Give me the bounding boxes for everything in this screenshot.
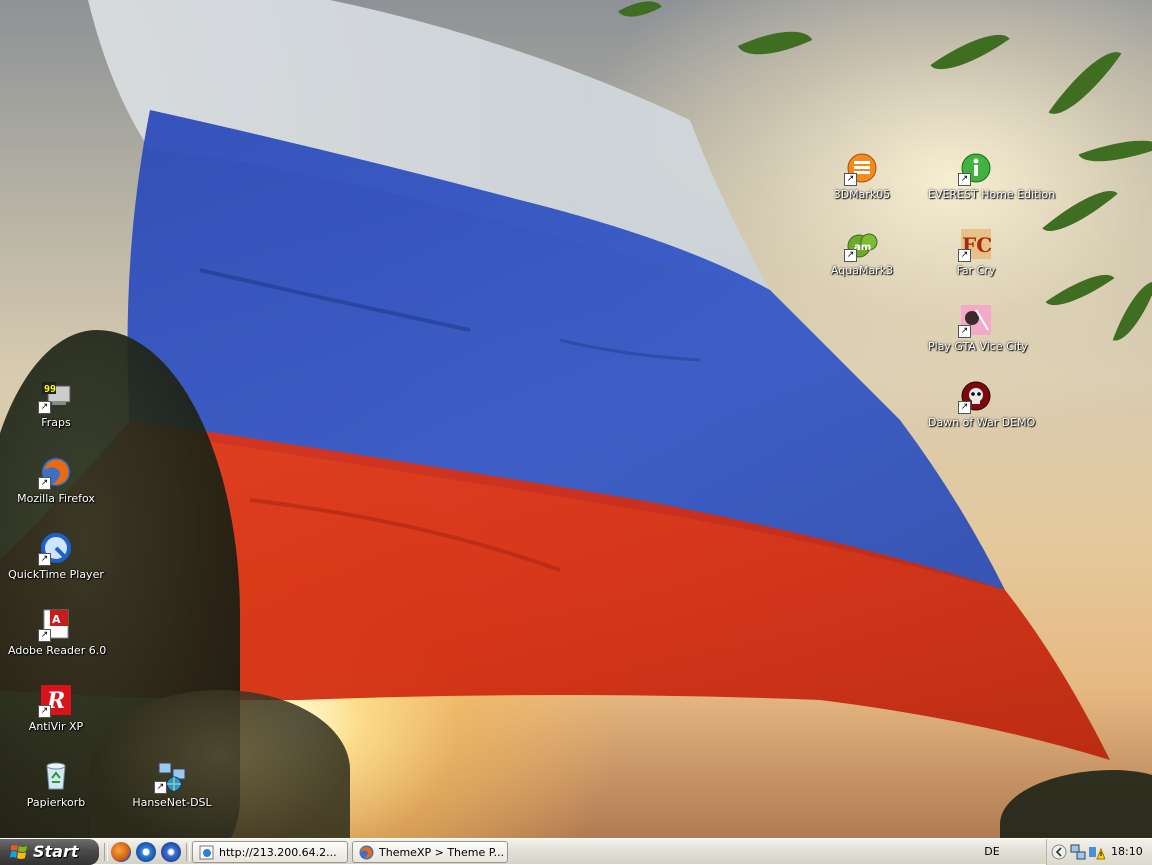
desktop: 99 ↗ Fraps ↗ Mozilla Firefox ↗ QuickTime…: [0, 0, 1152, 838]
desktop-icon-everest[interactable]: ↗ EVEREST Home Edition: [928, 152, 1056, 201]
firefox-icon: [359, 845, 374, 860]
desktop-icon-fraps[interactable]: 99 ↗ Fraps: [8, 380, 104, 429]
antivir-icon: R ↗: [38, 684, 72, 718]
start-label: Start: [33, 842, 79, 861]
taskbar-button-label: ThemeXP > Theme P...: [379, 846, 505, 859]
desktop-icon-label: Mozilla Firefox: [17, 492, 95, 505]
ie-page-icon: [199, 845, 214, 860]
security-warning-icon[interactable]: [1089, 844, 1105, 860]
taskbar: Start http://213.200.64.2... ThemeXP > T…: [0, 838, 1152, 865]
desktop-icon-dawn-of-war[interactable]: ↗ Dawn of War DEMO: [928, 380, 1036, 429]
gta-vice-city-icon: ↗: [958, 304, 992, 338]
desktop-icon-label: AntiVir XP: [28, 720, 84, 733]
clock[interactable]: 18:10: [1111, 845, 1143, 858]
desktop-icon-label: QuickTime Player: [8, 568, 104, 581]
desktop-icon-label: 3DMark05: [833, 188, 891, 201]
firefox-icon: ↗: [38, 456, 72, 490]
svg-text:99: 99: [44, 384, 56, 395]
quick-launch-internet-explorer-icon[interactable]: [136, 842, 156, 862]
start-button[interactable]: Start: [0, 839, 99, 865]
desktop-icon-label: Adobe Reader 6.0: [8, 644, 107, 657]
network-icon[interactable]: [1070, 844, 1086, 860]
desktop-icon-label: Far Cry: [956, 264, 996, 277]
everest-icon: ↗: [958, 152, 992, 186]
taskbar-separator: [104, 843, 108, 861]
svg-text:A: A: [52, 613, 61, 626]
dawn-of-war-icon: ↗: [958, 380, 992, 414]
quicktime-icon: ↗: [38, 532, 72, 566]
taskbar-separator: [186, 843, 190, 861]
windows-logo-icon: [10, 845, 27, 859]
desktop-icon-antivir[interactable]: R ↗ AntiVir XP: [8, 684, 104, 733]
desktop-icon-gta-vice-city[interactable]: ↗ Play GTA Vice City: [928, 304, 1028, 353]
desktop-icon-label: Fraps: [41, 416, 71, 429]
taskbar-button-firefox[interactable]: ThemeXP > Theme P...: [352, 841, 508, 863]
3dmark-icon: ↗: [844, 152, 878, 186]
language-indicator[interactable]: DE: [978, 844, 1006, 860]
fraps-icon: 99 ↗: [38, 380, 72, 414]
desktop-icon-recycle-bin[interactable]: Papierkorb: [8, 760, 104, 809]
desktop-icon-hansenet-dsl[interactable]: ↗ HanseNet-DSL: [124, 760, 220, 809]
desktop-icon-firefox[interactable]: ↗ Mozilla Firefox: [8, 456, 104, 505]
recycle-bin-icon: [40, 760, 72, 792]
chevron-left-icon[interactable]: [1051, 844, 1067, 860]
adobe-reader-icon: A ↗: [38, 608, 72, 642]
aquamark-icon: am ↗: [844, 228, 878, 262]
desktop-icon-quicktime[interactable]: ↗ QuickTime Player: [8, 532, 104, 581]
desktop-icon-far-cry[interactable]: FC ↗ Far Cry: [928, 228, 1024, 277]
desktop-icon-label: HanseNet-DSL: [132, 796, 212, 809]
desktop-icon-3dmark05[interactable]: ↗ 3DMark05: [814, 152, 910, 201]
desktop-icon-label: Dawn of War DEMO: [928, 416, 1036, 429]
desktop-icon-label: Papierkorb: [26, 796, 86, 809]
taskbar-button-internet-explorer[interactable]: http://213.200.64.2...: [192, 841, 348, 863]
desktop-icon-adobe-reader[interactable]: A ↗ Adobe Reader 6.0: [8, 608, 107, 657]
desktop-icon-label: Play GTA Vice City: [928, 340, 1028, 353]
desktop-icon-label: AquaMark3: [830, 264, 894, 277]
quick-launch-firefox-icon[interactable]: [111, 842, 131, 862]
desktop-icon-aquamark3[interactable]: am ↗ AquaMark3: [814, 228, 910, 277]
desktop-icon-label: EVEREST Home Edition: [928, 188, 1056, 201]
farcry-icon: FC ↗: [958, 228, 992, 262]
taskbar-button-label: http://213.200.64.2...: [219, 846, 337, 859]
network-connection-icon: ↗: [154, 760, 188, 794]
quick-launch-media-player-icon[interactable]: [161, 842, 181, 862]
system-tray: 18:10: [1046, 839, 1152, 865]
